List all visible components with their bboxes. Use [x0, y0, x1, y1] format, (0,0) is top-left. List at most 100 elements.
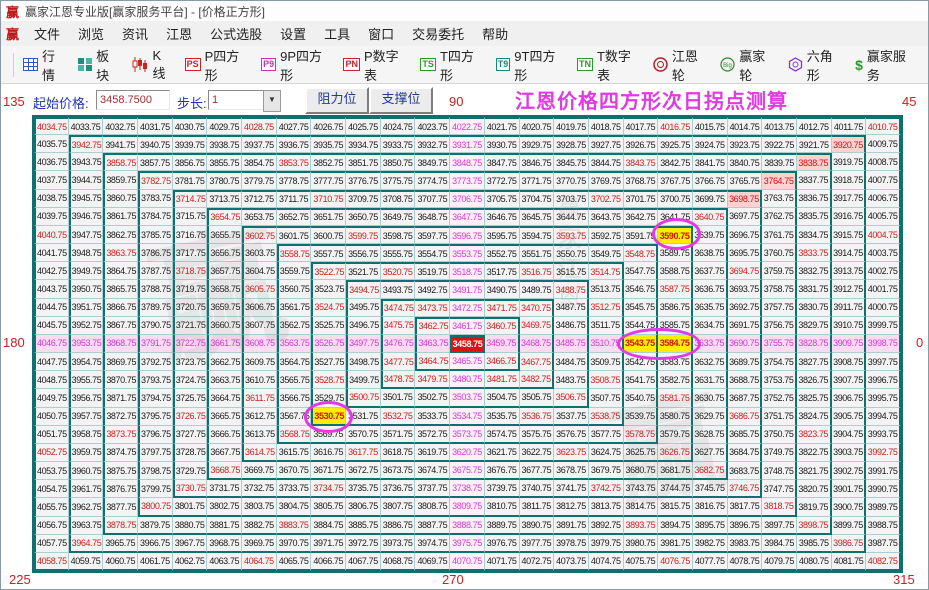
price-cell: 3931.75 [450, 135, 485, 153]
menu-item-3[interactable]: 资讯 [122, 24, 148, 43]
price-cell: 4057.75 [34, 535, 69, 553]
price-cell: 3739.75 [485, 480, 520, 498]
price-cell: 3894.75 [658, 517, 693, 535]
price-cell: 3488.75 [554, 280, 589, 298]
price-cell: 3740.75 [520, 480, 555, 498]
price-cell: 3923.75 [728, 135, 763, 153]
price-cell: 3983.75 [728, 535, 763, 553]
price-cell: 3491.75 [450, 280, 485, 298]
menu-item-10[interactable]: 帮助 [482, 24, 508, 43]
price-cell: 3587.75 [658, 280, 693, 298]
price-cell: 3649.75 [381, 208, 416, 226]
price-cell: 4021.75 [485, 117, 520, 135]
price-cell: 3507.75 [589, 389, 624, 407]
menu-item-7[interactable]: 工具 [324, 24, 350, 43]
toolbar-button-9P四方形[interactable]: P99P四方形 [261, 46, 330, 84]
price-cell: 3574.75 [485, 426, 520, 444]
price-cell: 3557.75 [311, 244, 346, 262]
price-cell: 4024.75 [381, 117, 416, 135]
price-cell: 3703.75 [554, 190, 589, 208]
toolbar-button-T四方形[interactable]: TST四方形 [420, 46, 482, 84]
price-cell: 3720.75 [173, 299, 208, 317]
menu-item-1[interactable]: 文件 [34, 24, 60, 43]
price-cell: 3562.75 [277, 317, 312, 335]
toolbar-button-9T四方形[interactable]: T99T四方形 [496, 46, 564, 84]
price-cell: 4074.75 [589, 553, 624, 571]
price-cell: 3741.75 [554, 480, 589, 498]
price-cell: 4003.75 [866, 244, 901, 262]
price-cell: 3501.75 [381, 389, 416, 407]
menu-item-4[interactable]: 江恩 [166, 24, 192, 43]
resistance-button[interactable]: 阻力位 [305, 87, 369, 114]
price-cell: 4031.75 [138, 117, 173, 135]
price-cell: 4054.75 [34, 480, 69, 498]
price-cell: 3660.75 [207, 317, 242, 335]
toolbar-label: K线 [152, 48, 171, 82]
toolbar-button-P数字表[interactable]: PNP数字表 [343, 46, 407, 84]
price-cell: 3791.75 [138, 335, 173, 353]
menu-item-5[interactable]: 公式选股 [210, 24, 262, 43]
price-cell: 4037.75 [34, 171, 69, 189]
angle-label-315: 315 [893, 572, 915, 587]
menu-item-9[interactable]: 交易委托 [412, 24, 464, 43]
price-cell: 3815.75 [658, 498, 693, 516]
menu-item-6[interactable]: 设置 [280, 24, 306, 43]
price-cell: 3653.75 [242, 208, 277, 226]
price-cell: 3629.75 [693, 408, 728, 426]
toolbar-button-江恩轮[interactable]: 江恩轮 [653, 46, 707, 84]
price-cell: 3735.75 [346, 480, 381, 498]
price-cell: 3516.75 [520, 262, 555, 280]
price-cell: 3952.75 [69, 317, 104, 335]
badge-ps-icon: PS [185, 58, 201, 71]
price-cell: 3473.75 [415, 299, 450, 317]
step-dropdown-button[interactable]: ▼ [263, 90, 281, 112]
price-cell: 3475.75 [381, 317, 416, 335]
price-cell: 3477.75 [381, 353, 416, 371]
price-cell: 3710.75 [311, 190, 346, 208]
price-cell: 3780.75 [207, 171, 242, 189]
price-cell: 3990.75 [866, 480, 901, 498]
price-cell: 3807.75 [381, 498, 416, 516]
price-cell: 3462.75 [415, 317, 450, 335]
start-price-input[interactable] [96, 90, 170, 110]
price-cell: 4030.75 [173, 117, 208, 135]
price-cell: 3468.75 [520, 335, 555, 353]
price-cell: 3963.75 [69, 517, 104, 535]
toolbar-button-P四方形[interactable]: PS P四方形 [185, 46, 249, 84]
price-cell: 3951.75 [69, 299, 104, 317]
price-cell: 3714.75 [173, 190, 208, 208]
gann-wheel-icon [653, 57, 668, 72]
price-cell: 3804.75 [277, 498, 312, 516]
price-cell: 3882.75 [242, 517, 277, 535]
step-input[interactable] [208, 90, 268, 110]
toolbar-button-板块[interactable]: 板块 [78, 46, 119, 84]
toolbar-button-行情[interactable]: 行情 [23, 46, 65, 84]
price-cell: 4063.75 [207, 553, 242, 571]
support-button[interactable]: 支撑位 [369, 87, 433, 114]
price-cell: 3929.75 [520, 135, 555, 153]
price-cell: 3689.75 [728, 353, 763, 371]
price-cell: 4026.75 [311, 117, 346, 135]
price-cell: 3482.75 [520, 371, 555, 389]
toolbar-button-六角形[interactable]: 六角形 [788, 46, 842, 84]
price-cell: 3576.75 [554, 426, 589, 444]
price-cell: 3795.75 [138, 408, 173, 426]
price-cell: 3486.75 [554, 317, 589, 335]
price-cell: 3913.75 [832, 262, 867, 280]
menu-item-8[interactable]: 窗口 [368, 24, 394, 43]
price-cell: 3566.75 [277, 389, 312, 407]
price-cell: 3532.75 [381, 408, 416, 426]
toolbar-label: P四方形 [205, 46, 249, 84]
price-cell: 3986.75 [832, 535, 867, 553]
toolbar-button-T数字表[interactable]: TNT数字表 [577, 46, 640, 84]
menu-item-2[interactable]: 浏览 [78, 24, 104, 43]
toolbar-button-K线[interactable]: K线 [132, 48, 171, 82]
price-cell: 3726.75 [173, 408, 208, 426]
toolbar-button-赢家服务[interactable]: $赢家服务 [855, 46, 915, 84]
price-cell: 3737.75 [415, 480, 450, 498]
price-cell: 3876.75 [103, 480, 138, 498]
price-cell: 3982.75 [693, 535, 728, 553]
price-cell: 3886.75 [381, 517, 416, 535]
price-cell: 3839.75 [762, 153, 797, 171]
toolbar-button-赢家轮[interactable]: Big赢家轮 [720, 46, 774, 84]
